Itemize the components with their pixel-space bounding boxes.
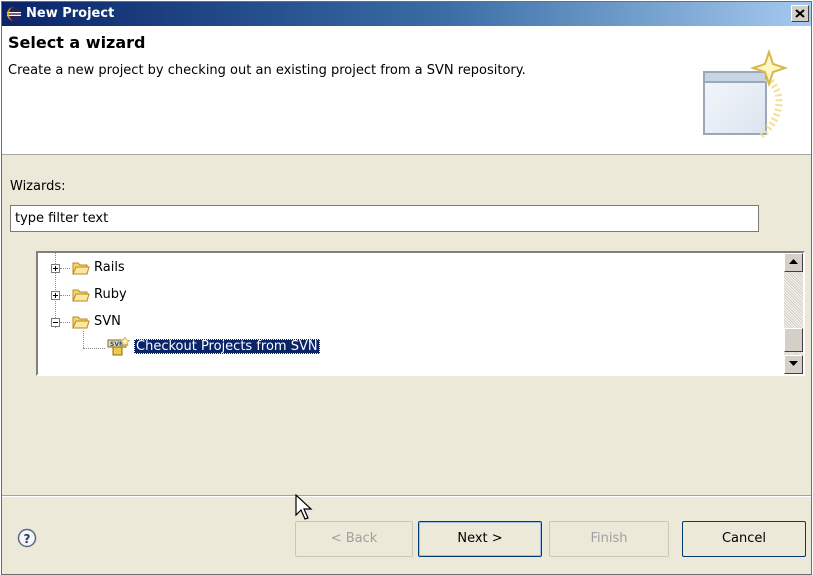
title-bar[interactable]: New Project xyxy=(2,2,811,26)
page-title: Select a wizard xyxy=(8,33,146,52)
tree-connector xyxy=(83,331,84,348)
eclipse-icon xyxy=(7,7,21,21)
tree-item-label: SVN xyxy=(94,314,121,329)
scroll-down-button[interactable] xyxy=(784,355,803,374)
footer-separator xyxy=(2,495,811,497)
wizards-label: Wizards: xyxy=(10,179,66,194)
tree-connector xyxy=(60,268,70,269)
svg-text:?: ? xyxy=(24,532,31,546)
collapse-icon[interactable] xyxy=(51,318,60,327)
wizard-tree[interactable]: Rails Ruby SVN SVN Checkout Projects fro… xyxy=(36,251,805,376)
wizard-header: Select a wizard Create a new project by … xyxy=(2,26,811,155)
close-icon xyxy=(795,9,805,18)
scroll-thumb[interactable] xyxy=(784,328,803,352)
next-button[interactable]: Next > xyxy=(418,521,542,557)
mouse-cursor-icon xyxy=(295,494,313,520)
expand-icon[interactable] xyxy=(51,291,60,300)
tree-item-label: Ruby xyxy=(94,287,127,302)
tree-item-label: Rails xyxy=(94,260,125,275)
tree-connector xyxy=(60,322,70,323)
tree-item-label: Checkout Projects from SVN xyxy=(134,339,320,354)
folder-icon xyxy=(72,289,90,302)
back-button[interactable]: < Back xyxy=(295,521,413,557)
help-icon[interactable]: ? xyxy=(17,528,37,548)
folder-icon xyxy=(72,262,90,275)
window-title: New Project xyxy=(26,6,115,21)
expand-icon[interactable] xyxy=(51,264,60,273)
folder-open-icon xyxy=(72,316,90,329)
tree-scrollbar[interactable] xyxy=(784,253,803,374)
svn-checkout-icon: SVN xyxy=(107,337,130,356)
scroll-up-button[interactable] xyxy=(784,253,803,272)
cancel-button[interactable]: Cancel xyxy=(682,521,806,557)
arrow-down-icon xyxy=(789,361,798,366)
new-wizard-icon xyxy=(703,48,789,140)
arrow-up-icon xyxy=(789,259,798,264)
new-project-dialog: New Project Select a wizard Create a new… xyxy=(1,1,812,575)
filter-input[interactable] xyxy=(10,205,759,232)
page-description: Create a new project by checking out an … xyxy=(8,63,526,78)
tree-connector xyxy=(60,295,70,296)
tree-connector xyxy=(83,348,105,349)
finish-button[interactable]: Finish xyxy=(549,521,669,557)
close-button[interactable] xyxy=(791,5,809,22)
